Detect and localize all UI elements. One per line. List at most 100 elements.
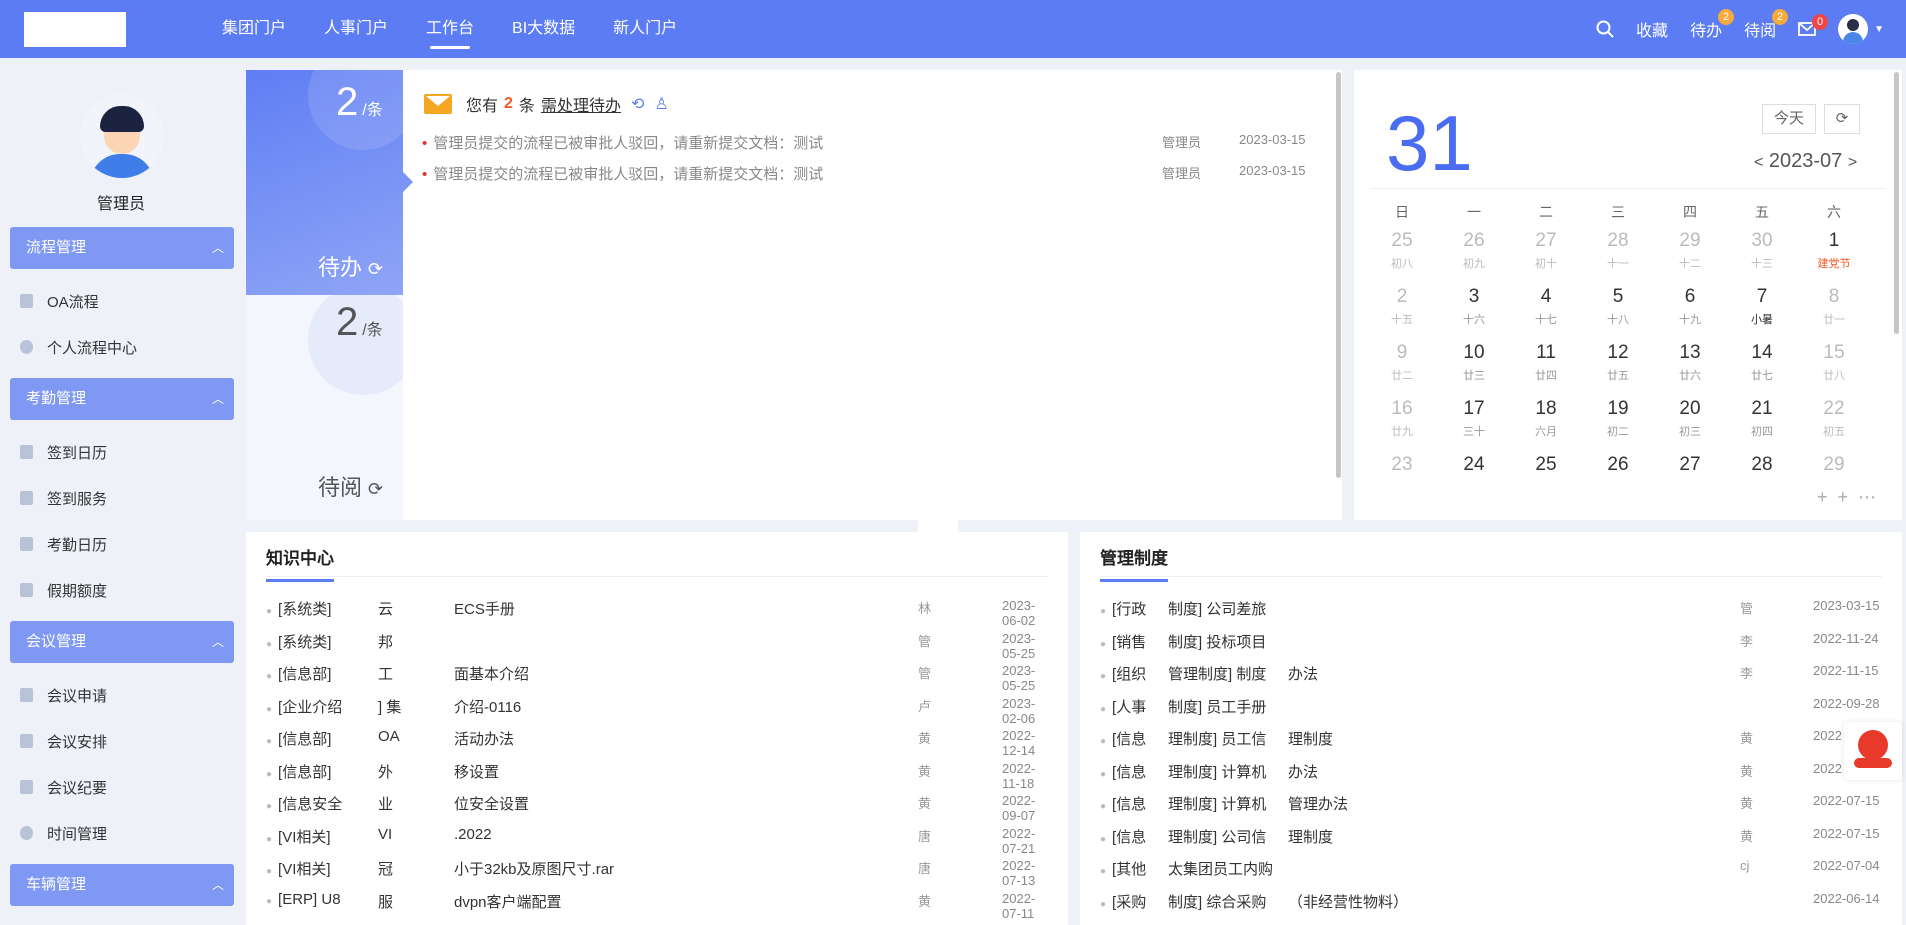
calendar-day-cell[interactable]: 17 三十 [1444, 398, 1504, 439]
calendar-day-cell[interactable]: 22 初五 [1804, 398, 1864, 439]
todo-stat-card[interactable]: 2/条 待办 ⟳ [246, 70, 403, 295]
calendar-day-cell[interactable]: 28 十一 [1588, 230, 1648, 271]
search-icon[interactable] [1596, 20, 1614, 38]
todo-row[interactable]: • 管理员提交的流程已被审批人驳回，请重新提交文档：测试 管理员 2023-03-… [422, 132, 1312, 154]
calendar-day-cell[interactable]: 27 [1660, 454, 1720, 479]
nav-group-portal[interactable]: 集团门户 [208, 0, 300, 58]
calendar-day-cell[interactable]: 8 廿一 [1804, 286, 1864, 327]
list-item[interactable]: ● [采购 制度] 综合采购 （非经营性物料） 2022-06-14 [1100, 891, 1882, 911]
calendar-day-cell[interactable]: 11 廿四 [1516, 342, 1576, 383]
section-meeting[interactable]: 会议管理 ︿ [10, 621, 234, 663]
sidebar-item-meeting-minutes[interactable]: 会议纪要 [20, 776, 107, 798]
list-item[interactable]: ● [信息安全 业 位安全设置 黄 2022-09-07 [266, 793, 1048, 823]
section-label: 考勤管理 [26, 390, 87, 407]
scrollbar[interactable] [1336, 72, 1341, 478]
nav-bi[interactable]: BI大数据 [498, 0, 589, 58]
calendar-day-cell[interactable]: 29 [1804, 454, 1864, 479]
calendar-day-cell[interactable]: 10 廿三 [1444, 342, 1504, 383]
calendar-day-cell[interactable]: 28 [1732, 454, 1792, 479]
calendar-day-cell[interactable]: 1 建党节 [1804, 230, 1864, 271]
calendar-day-cell[interactable]: 19 初二 [1588, 398, 1648, 439]
nav-newcomer-portal[interactable]: 新人门户 [599, 0, 691, 58]
logo[interactable] [24, 12, 126, 47]
assistant-robot-icon[interactable] [1844, 722, 1902, 780]
list-item[interactable]: ● [行政 制度] 公司差旅 管 2023-03-15 [1100, 598, 1882, 618]
list-item[interactable]: ● [其他 太集团员工内购 cj 2022-07-04 [1100, 858, 1882, 878]
sidebar-item-leave-quota[interactable]: 假期额度 [20, 579, 107, 601]
scrollbar[interactable] [1894, 72, 1899, 334]
calendar-day-cell[interactable]: 29 十二 [1660, 230, 1720, 271]
sync-icon[interactable]: ⟲ [631, 94, 644, 114]
calendar-tools[interactable]: ++⋯ [1817, 487, 1886, 508]
calendar-day-cell[interactable]: 25 初八 [1372, 230, 1432, 271]
sidebar-item-oa-process[interactable]: OA流程 [20, 290, 99, 312]
item-author: 黄 [1740, 796, 1754, 811]
calendar-day-cell[interactable]: 13 廿六 [1660, 342, 1720, 383]
list-item[interactable]: ● [VI相关] VI .2022 唐 2022-07-21 [266, 826, 1048, 856]
favorites-link[interactable]: 收藏 [1636, 17, 1668, 41]
calendar-day-cell[interactable]: 3 十六 [1444, 286, 1504, 327]
calendar-day-cell[interactable]: 12 廿五 [1588, 342, 1648, 383]
nav-hr-portal[interactable]: 人事门户 [310, 0, 402, 58]
calendar-day-cell[interactable]: 30 十三 [1732, 230, 1792, 271]
todo-link[interactable]: 需处理待办 [541, 92, 621, 116]
profile-avatar[interactable] [80, 94, 164, 178]
sidebar-item-checkin-calendar[interactable]: 签到日历 [20, 441, 107, 463]
list-item[interactable]: ● [VI相关] 冠 小于32kb及原图尺寸.rar 唐 2022-07-13 [266, 858, 1048, 888]
calendar-day-cell[interactable]: 7 小暑 [1732, 286, 1792, 327]
list-item[interactable]: ● [组织 管理制度] 制度 办法 李 2022-11-15 [1100, 663, 1882, 683]
calendar-day-cell[interactable]: 25 [1516, 454, 1576, 479]
calendar-day-cell[interactable]: 23 [1372, 454, 1432, 479]
calendar-day-cell[interactable]: 5 十八 [1588, 286, 1648, 327]
calendar-day-cell[interactable]: 20 初三 [1660, 398, 1720, 439]
calendar-day-cell[interactable]: 14 廿七 [1732, 342, 1792, 383]
user-menu[interactable]: ▼ [1838, 14, 1884, 44]
sidebar-item-checkin-service[interactable]: 签到服务 [20, 487, 107, 509]
list-item[interactable]: ● [销售 制度] 投标项目 李 2022-11-24 [1100, 631, 1882, 651]
section-vehicle[interactable]: 车辆管理 ︿ [10, 864, 234, 906]
calendar-day-cell[interactable]: 6 十九 [1660, 286, 1720, 327]
bullet-icon: ● [266, 671, 273, 682]
next-month-icon[interactable]: > [1848, 154, 1857, 171]
sidebar-item-personal-process[interactable]: 个人流程中心 [20, 336, 137, 358]
list-item[interactable]: ● [企业介绍] 集 介绍-0116 卢 2023-02-06 [266, 696, 1048, 726]
mail-icon[interactable]: 0 [1798, 14, 1829, 36]
list-item[interactable]: ● [ERP] U8 服 dvpn客户端配置 黄 2022-07-11 [266, 891, 1048, 921]
toread-stat-card[interactable]: 2/条 待阅 ⟳ [246, 295, 403, 520]
todo-row[interactable]: • 管理员提交的流程已被审批人驳回，请重新提交文档：测试 管理员 2023-03-… [422, 163, 1312, 185]
nav-workbench[interactable]: 工作台 [412, 0, 488, 58]
toread-link[interactable]: 待阅 2 [1744, 9, 1789, 41]
section-attendance[interactable]: 考勤管理 ︿ [10, 378, 234, 420]
list-item[interactable]: ● [信息部] 外 移设置 黄 2022-11-18 [266, 761, 1048, 791]
calendar-day-cell[interactable]: 16 廿九 [1372, 398, 1432, 439]
list-item[interactable]: ● [信息 理制度] 员工信 理制度 黄 2022 [1100, 728, 1882, 748]
calendar-day-cell[interactable]: 24 [1444, 454, 1504, 479]
user-icon[interactable]: ♙ [654, 94, 668, 114]
calendar-day-cell[interactable]: 4 十七 [1516, 286, 1576, 327]
section-process-management[interactable]: 流程管理 ︿ [10, 227, 234, 269]
calendar-day-cell[interactable]: 18 六月 [1516, 398, 1576, 439]
list-item[interactable]: ● [信息 理制度] 公司信 理制度 黄 2022-07-15 [1100, 826, 1882, 846]
todo-link[interactable]: 待办 2 [1690, 9, 1735, 41]
list-item[interactable]: ● [信息部] 工 面基本介绍 管 2023-05-25 [266, 663, 1048, 693]
sidebar-item-attendance-calendar[interactable]: 考勤日历 [20, 533, 107, 555]
refresh-icon[interactable]: ⟳ [1824, 104, 1860, 134]
sidebar-item-meeting-apply[interactable]: 会议申请 [20, 684, 107, 706]
calendar-day-cell[interactable]: 15 廿八 [1804, 342, 1864, 383]
today-button[interactable]: 今天 [1762, 104, 1816, 134]
prev-month-icon[interactable]: < [1754, 154, 1763, 171]
list-item[interactable]: ● [信息 理制度] 计算机 办法 黄 2022 [1100, 761, 1882, 781]
calendar-day-cell[interactable]: 26 初九 [1444, 230, 1504, 271]
sidebar-item-meeting-arrange[interactable]: 会议安排 [20, 730, 107, 752]
sidebar-item-time-management[interactable]: 时间管理 [20, 822, 107, 844]
calendar-day-cell[interactable]: 26 [1588, 454, 1648, 479]
list-item[interactable]: ● [系统类] 邦 管 2023-05-25 [266, 631, 1048, 661]
list-item[interactable]: ● [信息部] OA 活动办法 黄 2022-12-14 [266, 728, 1048, 758]
list-item[interactable]: ● [系统类] 云 ECS手册 林 2023-06-02 [266, 598, 1048, 628]
list-item[interactable]: ● [人事 制度] 员工手册 2022-09-28 [1100, 696, 1882, 716]
calendar-day-cell[interactable]: 27 初十 [1516, 230, 1576, 271]
calendar-day-cell[interactable]: 9 廿二 [1372, 342, 1432, 383]
calendar-day-cell[interactable]: 2 十五 [1372, 286, 1432, 327]
calendar-day-cell[interactable]: 21 初四 [1732, 398, 1792, 439]
list-item[interactable]: ● [信息 理制度] 计算机 管理办法 黄 2022-07-15 [1100, 793, 1882, 813]
